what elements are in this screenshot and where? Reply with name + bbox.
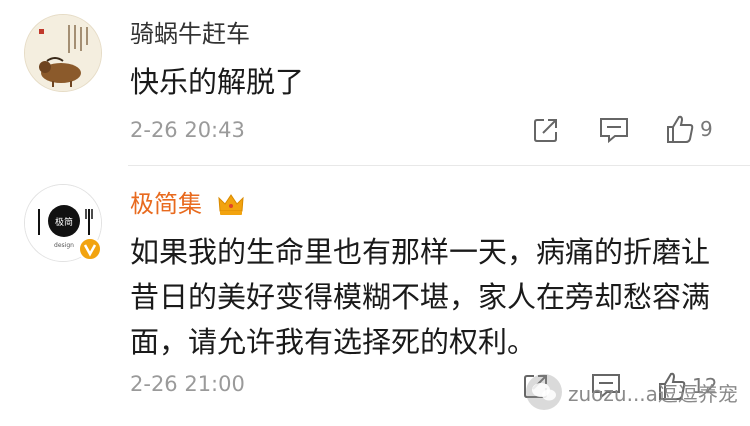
watermark: zuozu...a逗逗养宠 <box>526 374 738 410</box>
comment-item: 骑蜗牛赶车 快乐的解脱了 2-26 20:43 9 <box>0 0 750 165</box>
like-button[interactable]: 9 <box>664 113 713 145</box>
comment-text: 快乐的解脱了 <box>130 65 305 99</box>
wechat-logo-icon <box>526 374 562 410</box>
timestamp: 2-26 20:43 <box>130 118 245 142</box>
svg-text:design: design <box>54 242 74 249</box>
username[interactable]: 极简集 <box>130 188 202 220</box>
timestamp: 2-26 21:00 <box>130 372 245 396</box>
avatar[interactable] <box>24 14 102 92</box>
verified-badge-icon <box>78 237 102 261</box>
like-count: 9 <box>700 117 713 141</box>
avatar-painting-icon <box>25 15 101 91</box>
svg-text:极简: 极简 <box>55 216 73 228</box>
watermark-text: zuozu...a逗逗养宠 <box>568 381 738 406</box>
like-icon <box>667 115 694 143</box>
share-button[interactable] <box>532 116 560 144</box>
comment-text: 如果我的生命里也有那样一天，病痛的折磨让昔日的美好变得模糊不堪，家人在旁却愁容满… <box>130 235 711 359</box>
share-icon <box>534 119 557 142</box>
comment-button[interactable] <box>598 116 630 144</box>
comment-icon <box>600 118 628 144</box>
username[interactable]: 骑蜗牛赶车 <box>130 18 250 50</box>
crown-icon <box>218 194 244 215</box>
